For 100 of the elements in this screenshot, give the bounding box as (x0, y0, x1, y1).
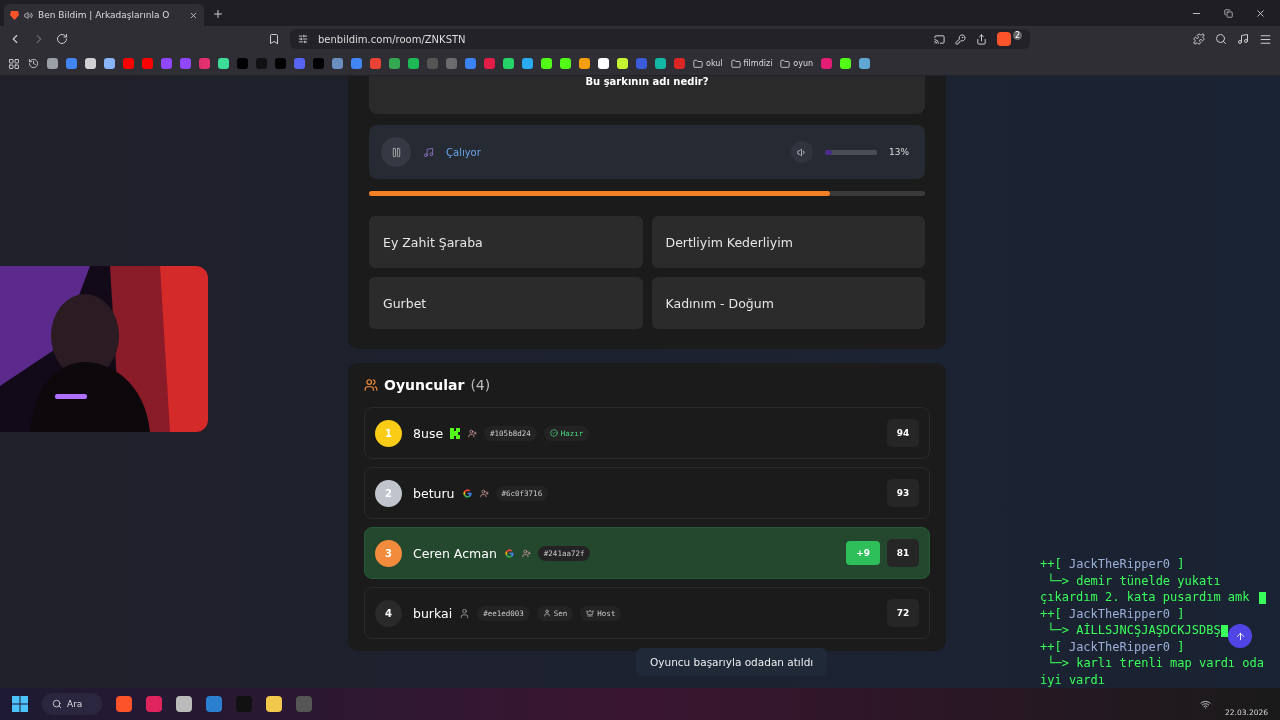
site-icon[interactable] (579, 58, 590, 69)
chat-username: JackTheRipper0 (1068, 639, 1171, 654)
rank-badge: 3 (375, 539, 402, 567)
playing-status: Çalıyor (446, 146, 481, 158)
player-score: 81 (887, 539, 919, 567)
new-tab-icon[interactable] (212, 8, 224, 20)
extensions-icon[interactable] (1193, 33, 1205, 45)
add-friend-icon[interactable] (479, 488, 489, 498)
arrow-up-icon (1234, 630, 1246, 642)
toast-message: Oyuncu başarıyla odadan atıldı (636, 648, 828, 676)
site-icon[interactable] (408, 58, 419, 69)
chat-username: JackTheRipper0 (1068, 606, 1171, 621)
windows-logo-icon[interactable] (12, 696, 28, 712)
menu-icon[interactable] (1259, 32, 1272, 46)
bookmark-folder[interactable]: filmdizi (730, 58, 773, 69)
crown-icon (586, 609, 595, 617)
rank-badge: 1 (375, 419, 402, 447)
app-icon[interactable] (266, 696, 282, 712)
bookmark-icon[interactable] (268, 33, 280, 45)
question-text: Bu şarkının adı nedir? (585, 76, 709, 87)
network-icon (1200, 698, 1212, 710)
section-title: Oyuncular (384, 377, 465, 393)
taskbar-search[interactable]: Ara (42, 693, 102, 715)
chat-suffix: ] (1177, 606, 1185, 621)
chat-suffix: ] (1177, 557, 1185, 571)
site-icon[interactable] (85, 58, 96, 69)
chat-username: JackTheRipper0 (1068, 557, 1171, 571)
site-icon[interactable] (655, 58, 666, 69)
app-icon[interactable] (176, 696, 192, 712)
google-logo-icon (503, 547, 515, 559)
answer-option[interactable]: Kadınım - Doğum (651, 277, 925, 329)
brave-logo-icon (10, 10, 19, 20)
chat-message: └─> demir tünelde yukatı çıkardım 2. kata pusardım amk (1040, 572, 1251, 606)
pause-icon (390, 146, 402, 158)
site-icon[interactable] (598, 58, 609, 69)
player-name: 8use (413, 425, 444, 441)
reload-icon[interactable] (56, 33, 68, 45)
site-icon[interactable] (104, 58, 115, 69)
answer-option[interactable]: Ey Zahit Şaraba (369, 216, 643, 268)
music-note-icon (423, 146, 434, 158)
chat-prefix: ++[ (1040, 557, 1062, 571)
site-icon[interactable] (541, 58, 552, 69)
close-icon[interactable] (1255, 7, 1266, 19)
users-icon (364, 378, 378, 392)
apps-icon[interactable] (8, 57, 20, 70)
music-icon[interactable] (1237, 33, 1249, 45)
tab-title: Ben Bildim | Arkadaşlarınla O (38, 10, 170, 20)
site-icon[interactable] (560, 58, 571, 69)
search-icon[interactable] (1215, 33, 1227, 45)
url-text: benbildim.com/room/ZNKSTN (318, 33, 466, 45)
rank-badge: 2 (375, 479, 402, 507)
key-icon[interactable] (954, 33, 966, 45)
volume-slider[interactable] (825, 149, 877, 155)
site-icon[interactable] (503, 58, 514, 69)
share-icon[interactable] (975, 33, 987, 45)
player-score: 93 (887, 479, 919, 507)
score-gain: +9 (846, 541, 880, 565)
folder-icon (730, 58, 741, 69)
site-icon[interactable] (840, 58, 852, 69)
pause-button[interactable] (381, 137, 411, 167)
answer-option[interactable]: Gurbet (369, 277, 643, 329)
player-score: 94 (887, 419, 919, 447)
rank-badge: 4 (375, 599, 402, 627)
site-icon[interactable] (617, 58, 628, 69)
shields-button[interactable] (996, 32, 1011, 46)
chat-prefix: ++[ (1040, 639, 1062, 654)
add-friend-icon[interactable] (521, 548, 531, 558)
answer-option[interactable]: Dertliyim Kederliyim (651, 216, 925, 268)
folder-icon (780, 58, 791, 69)
google-logo-icon (461, 487, 473, 499)
history-icon[interactable] (28, 58, 39, 69)
player-score: 72 (887, 599, 919, 627)
close-icon[interactable] (189, 10, 198, 20)
check-circle-icon (549, 429, 558, 437)
user-icon (542, 609, 551, 617)
folder-icon (693, 58, 703, 69)
cast-icon[interactable] (933, 33, 945, 45)
bookmark-folder[interactable]: oyun (780, 58, 814, 69)
site-icon[interactable] (859, 58, 871, 69)
badge-count: 2 (1012, 30, 1022, 40)
bookmark-folder[interactable]: okul (693, 58, 723, 69)
app-icon[interactable] (206, 696, 222, 712)
user-icon (459, 607, 471, 619)
chat-prefix: ++[ (1040, 606, 1062, 621)
restore-icon[interactable] (1224, 8, 1233, 18)
player-name: beturu (413, 485, 455, 501)
search-icon (52, 699, 62, 709)
add-friend-icon[interactable] (468, 428, 478, 438)
site-icon[interactable] (522, 58, 533, 69)
site-icon[interactable] (47, 58, 58, 69)
site-icon[interactable] (218, 58, 229, 69)
site-settings-icon[interactable] (298, 34, 308, 44)
browser-tab[interactable]: Ben Bildim | Arkadaşlarınla O (4, 4, 204, 26)
address-bar[interactable]: benbildim.com/room/ZNKSTN 2 (290, 29, 1030, 49)
chat-suffix: ] (1177, 639, 1185, 654)
app-icon[interactable] (116, 696, 132, 712)
player-count: (4) (470, 377, 491, 393)
chat-message: └─> AİLLSJNCŞJAŞDCKJSDBŞ (1046, 622, 1221, 639)
volume-button[interactable] (791, 141, 813, 163)
app-icon[interactable] (146, 696, 162, 712)
